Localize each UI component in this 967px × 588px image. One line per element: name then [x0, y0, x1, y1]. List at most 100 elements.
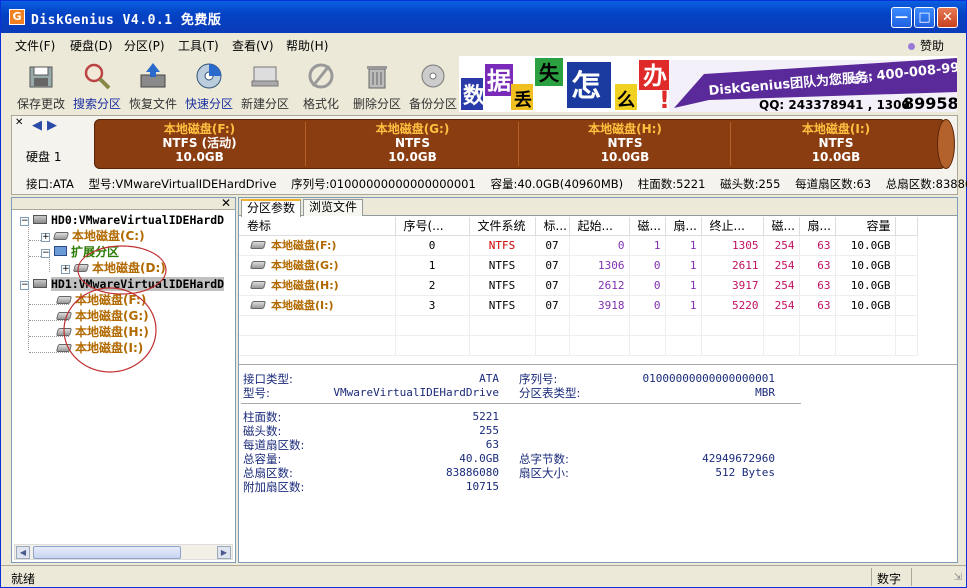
prev-disk-icon[interactable]: ◀ — [32, 118, 42, 133]
detail-model-label: 型号: — [243, 386, 270, 400]
menu-partition[interactable]: 分区(P) — [124, 37, 165, 54]
col-start-cyl[interactable]: 起始... — [569, 217, 630, 236]
table-row[interactable]: 本地磁盘(F:) 0 NTFS 07 0 1 1 1305 254 63 10.… — [239, 235, 918, 256]
cell-id: 07 — [535, 255, 570, 276]
partition-block-i[interactable]: 本地磁盘(I:) NTFS 10.0GB — [732, 122, 940, 166]
format-label: 格式化 — [302, 97, 339, 111]
col-end-cyl[interactable]: 终止... — [701, 217, 764, 236]
partition-block-name: 本地磁盘(F:) — [163, 122, 236, 136]
partition-block-h[interactable]: 本地磁盘(H:) NTFS 10.0GB — [520, 122, 731, 166]
status-divider — [871, 568, 872, 586]
partition-block-size: 10.0GB — [388, 150, 437, 164]
col-start-head[interactable]: 磁... — [629, 217, 666, 236]
table-header-row: 卷标 序号(... 文件系统 标... 起始... 磁... 扇... 终止..… — [239, 217, 918, 236]
partition-block-g[interactable]: 本地磁盘(G:) NTFS 10.0GB — [307, 122, 519, 166]
banner-char-3: 丢 — [514, 90, 532, 111]
cell-filler — [895, 295, 918, 316]
tab-browse-files[interactable]: 浏览文件 — [303, 199, 364, 216]
detail-total-sectors: 83886080 — [446, 466, 499, 479]
menu-disk[interactable]: 硬盘(D) — [70, 37, 113, 54]
scroll-right-icon[interactable]: ▶ — [217, 546, 231, 559]
partition-table: 卷标 序号(... 文件系统 标... 起始... 磁... 扇... 终止..… — [239, 217, 957, 363]
partition-icon — [249, 301, 267, 309]
table-row[interactable]: 本地磁盘(G:) 1 NTFS 07 1306 0 1 2611 254 63 … — [239, 255, 918, 276]
col-id[interactable]: 标... — [535, 217, 570, 236]
partition-block-f[interactable]: 本地磁盘(F:) NTFS (活动) 10.0GB — [94, 122, 306, 166]
close-button[interactable]: ✕ — [937, 7, 958, 28]
col-volume-label[interactable]: 卷标 — [239, 217, 396, 236]
cell-filler — [895, 255, 918, 276]
new-partition-icon — [251, 66, 279, 87]
restore-files-button[interactable]: 恢复文件 — [125, 57, 181, 111]
resize-grip-icon[interactable]: ⇲ — [954, 572, 962, 583]
format-button[interactable]: 格式化 — [293, 57, 349, 111]
detail-sector-size-label: 扇区大小: — [519, 466, 569, 480]
cell-end-sector: 63 — [799, 295, 836, 316]
table-row[interactable]: 本地磁盘(H:) 2 NTFS 07 2612 0 1 3917 254 63 … — [239, 275, 918, 296]
cell-filesystem: NTFS — [469, 235, 536, 256]
col-end-head[interactable]: 磁... — [763, 217, 800, 236]
cell-volume-label: 本地磁盘(I:) — [271, 299, 334, 312]
cell-start-cyl: 1306 — [569, 255, 630, 276]
cell-capacity: 10.0GB — [835, 235, 896, 256]
detail-model: VMwareVirtualIDEHardDrive — [333, 386, 499, 399]
disk-panel-close-icon[interactable]: ✕ — [15, 117, 23, 128]
tree-horizontal-scrollbar[interactable]: ◀ ▶ — [14, 544, 233, 560]
detail-serial: 01000000000000000001 — [642, 372, 775, 385]
banner-char-2: 据 — [487, 67, 511, 95]
cell-end-sector: 63 — [799, 255, 836, 276]
maximize-button[interactable]: □ — [914, 7, 935, 28]
disk-label: 硬盘 1 — [26, 150, 62, 164]
col-index[interactable]: 序号(... — [395, 217, 470, 236]
scroll-left-icon[interactable]: ◀ — [16, 546, 30, 559]
partition-block-size: 10.0GB — [600, 150, 650, 164]
detail-interface-type: ATA — [479, 372, 499, 385]
cell-volume-label: 本地磁盘(G:) — [271, 259, 339, 272]
cell-index: 0 — [395, 235, 470, 256]
title-bar: G DiskGenius V4.0.1 免费版 — □ ✕ — [1, 1, 966, 33]
partition-icon — [249, 281, 267, 289]
partition-block-fs: NTFS — [607, 136, 643, 150]
partition-icon — [249, 241, 267, 249]
sponsor-link[interactable]: 赞助 — [907, 37, 944, 54]
banner-char-5: 怎 — [571, 69, 601, 104]
disk-tree-panel: ✕ − HD0:VMwareVirtualIDEHardD + 本地磁盘(C:) −… — [11, 196, 236, 563]
new-partition-button[interactable]: 新建分区 — [237, 57, 293, 111]
annotation-circles — [63, 245, 167, 373]
next-disk-icon[interactable]: ▶ — [47, 118, 57, 133]
detail-heads: 255 — [479, 424, 499, 437]
scroll-thumb[interactable] — [33, 546, 181, 559]
tab-partition-params[interactable]: 分区参数 — [241, 199, 302, 217]
menu-tools[interactable]: 工具(T) — [178, 37, 219, 54]
app-icon: G — [9, 9, 25, 25]
cell-id: 07 — [535, 295, 570, 316]
disk-cylinders: 柱面数:5221 — [637, 177, 706, 191]
search-partition-button[interactable]: 搜索分区 — [69, 57, 125, 111]
partition-icon — [249, 261, 267, 269]
delete-partition-button[interactable]: 删除分区 — [349, 57, 405, 111]
col-filesystem[interactable]: 文件系统 — [469, 217, 536, 236]
menu-file[interactable]: 文件(F) — [15, 37, 55, 54]
menu-view[interactable]: 查看(V) — [232, 37, 274, 54]
backup-partition-button[interactable]: 备份分区 — [405, 57, 461, 111]
cell-start-head: 1 — [629, 235, 666, 256]
ad-banner[interactable]: 数 据 丢 失 怎 么 办 ! DiskGenius团队为您服务: 电话: 40… — [459, 56, 957, 112]
disk-interface: 接口:ATA — [26, 177, 74, 191]
cell-index: 2 — [395, 275, 470, 296]
col-capacity[interactable]: 容量 — [835, 217, 896, 236]
disk-partition-bar: 本地磁盘(F:) NTFS (活动) 10.0GB 本地磁盘(G:) NTFS … — [94, 119, 955, 169]
status-text: 就绪 — [11, 572, 36, 586]
table-row[interactable]: 本地磁盘(I:) 3 NTFS 07 3918 0 1 5220 254 63 … — [239, 295, 918, 316]
quick-partition-button[interactable]: 快速分区 — [181, 57, 237, 111]
minimize-button[interactable]: — — [891, 7, 912, 28]
tree-close-icon[interactable]: ✕ — [221, 196, 231, 210]
cell-end-cyl: 1305 — [701, 235, 764, 256]
details-separator — [241, 403, 801, 404]
menu-bar: 文件(F) 硬盘(D) 分区(P) 工具(T) 查看(V) 帮助(H) 赞助 — [1, 33, 966, 54]
save-changes-button[interactable]: 保存更改 — [13, 57, 69, 111]
status-bar: 就绪 数字 ⇲ — [1, 565, 966, 587]
col-start-sector[interactable]: 扇... — [665, 217, 702, 236]
menu-help[interactable]: 帮助(H) — [286, 37, 328, 54]
col-end-sector[interactable]: 扇... — [799, 217, 836, 236]
cell-index: 1 — [395, 255, 470, 276]
